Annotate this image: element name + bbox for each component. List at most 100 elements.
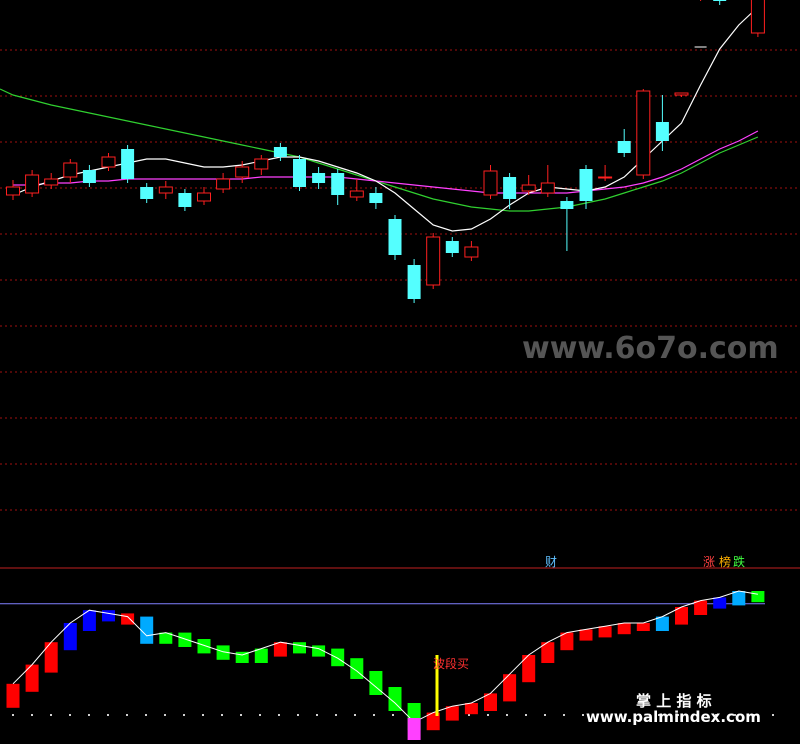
candle-body-up (25, 174, 40, 194)
candle-body-up (101, 156, 116, 168)
indicator-bar (464, 703, 478, 715)
candle-body-down (273, 147, 287, 157)
candle-body-down (407, 265, 421, 299)
label-cai: 财 (545, 555, 557, 569)
candle-body-down (178, 193, 192, 207)
candle-body-up (6, 186, 20, 196)
baseline-dot (259, 714, 261, 716)
indicator-bar (655, 616, 669, 631)
baseline-dot (392, 714, 394, 716)
candle-body-down (331, 173, 345, 195)
candle-body-up (216, 178, 231, 190)
indicator-bar (6, 683, 20, 708)
baseline-dot (354, 714, 356, 716)
indicator-bar (694, 600, 708, 615)
candle-body-down (655, 122, 669, 141)
label-zhang: 涨 (703, 554, 715, 569)
baseline-dot (221, 714, 223, 716)
baseline-dot (278, 714, 280, 716)
baseline-dot (335, 714, 337, 716)
baseline-dot (69, 714, 71, 716)
indicator-bar (197, 639, 211, 654)
candle-body-up (540, 182, 555, 194)
candle-body-up (750, 0, 765, 34)
baseline-dot (50, 714, 52, 716)
baseline-dot (240, 714, 242, 716)
candle-body-down (503, 177, 517, 199)
candle-body-up (483, 170, 498, 196)
candle-body-up (235, 166, 250, 178)
baseline-dot (12, 714, 14, 716)
candle-body-down (140, 187, 154, 199)
signal-label: 波段买 (433, 656, 469, 671)
candle-body-up (598, 176, 613, 179)
baseline-dot (31, 714, 33, 716)
candle-body-down (560, 201, 574, 209)
candle-body-down (617, 141, 631, 153)
chart-svg: 12.51财涨榜跌波段买www.6o7o.com掌 上 指 标www.palmi… (0, 0, 800, 740)
candle-body-down (369, 193, 383, 203)
indicator-bottom-bar (407, 718, 421, 740)
candle-body-down (445, 241, 459, 253)
indicator-bar (617, 623, 631, 635)
watermark-brand-url: www.palmindex.com (586, 708, 761, 726)
indicator-bar (121, 613, 135, 625)
indicator-bar (751, 591, 765, 603)
baseline-dot (297, 714, 299, 716)
candle-body-up (349, 190, 364, 198)
candle-body-down (312, 173, 326, 183)
baseline-dot (373, 714, 375, 716)
candle-body-up (158, 186, 173, 194)
candle-body-up (63, 162, 78, 178)
indicator-bar (636, 623, 650, 631)
label-bang: 榜 (719, 554, 731, 569)
baseline-dot (506, 714, 508, 716)
indicator-bar (178, 632, 192, 647)
candle-body-up (464, 246, 479, 258)
baseline-dot (772, 714, 774, 716)
indicator-bar (273, 642, 287, 657)
candle-body-down (82, 170, 96, 183)
baseline-dot (487, 714, 489, 716)
candle-body-up (674, 92, 689, 96)
candle-body-up (44, 178, 59, 186)
indicator-bar (331, 648, 345, 667)
indicator-bar (350, 658, 364, 679)
candle-body-down (293, 159, 306, 187)
indicator-bar (102, 610, 115, 622)
indicator-bar (598, 626, 612, 638)
candle-body-up (426, 236, 441, 286)
baseline-dot (544, 714, 546, 716)
baseline-dot (88, 714, 90, 716)
candle-body-up (521, 184, 536, 192)
baseline-dot (126, 714, 128, 716)
candle-body-up (636, 90, 651, 176)
indicator-bar (293, 642, 306, 654)
indicator-bar (445, 706, 459, 721)
baseline-dot (107, 714, 109, 716)
baseline-dot (525, 714, 527, 716)
candle-body-down (579, 169, 593, 201)
label-die: 跌 (733, 554, 745, 569)
candle-body-down (713, 0, 727, 1)
baseline-dot (468, 714, 470, 716)
candle-body-up (197, 192, 211, 202)
chart-root: 12.51财涨榜跌波段买www.6o7o.com掌 上 指 标www.palmi… (0, 0, 800, 740)
baseline-dot (202, 714, 204, 716)
baseline-dot (183, 714, 185, 716)
indicator-bar (713, 597, 727, 609)
candle-body-up (254, 158, 269, 170)
baseline-dot (316, 714, 318, 716)
indicator-bar (579, 629, 593, 641)
baseline-dot (582, 714, 584, 716)
watermark-site: www.6o7o.com (522, 331, 779, 366)
candle-body-down (121, 149, 135, 179)
indicator-bar (254, 648, 268, 663)
baseline-dot (563, 714, 565, 716)
indicator-bar (732, 591, 746, 606)
baseline-dot (164, 714, 166, 716)
indicator-bar (44, 642, 58, 673)
indicator-bar (140, 616, 154, 644)
baseline-dot (145, 714, 147, 716)
candle-body-down (388, 219, 402, 255)
